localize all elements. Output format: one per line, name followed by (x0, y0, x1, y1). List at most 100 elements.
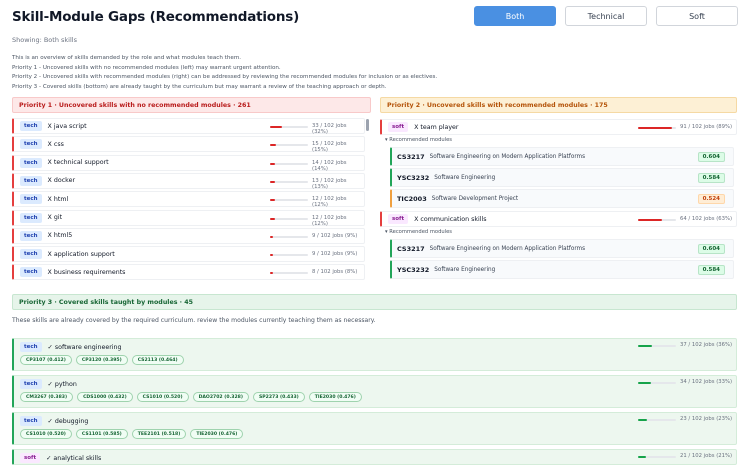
recommended-module[interactable]: TIC2003 Software Development Project 0.524 (390, 189, 734, 208)
skill-gap-row[interactable]: tech X html5 9 / 102 jobs (9%) (12, 227, 365, 244)
covered-skill-header: tech ✓ python (20, 379, 77, 389)
module-chip[interactable]: CP3107 (0.412) (20, 355, 72, 365)
tech-badge: tech (20, 194, 42, 205)
module-code: CS3217 (397, 244, 425, 253)
priority1-list[interactable]: tech X java script 33 / 102 jobs (32%) tech… (12, 118, 371, 284)
recommended-module[interactable]: YSC3232 Software Engineering 0.584 (390, 260, 734, 279)
job-count: 33 / 102 jobs (32%) (312, 123, 347, 135)
tech-badge: tech (20, 379, 42, 389)
soft-badge: soft (20, 453, 41, 463)
module-name: Software Development Project (431, 195, 519, 202)
coverage-bar-fill (270, 217, 275, 220)
skill-gap-row[interactable]: soft X team player 91 / 102 jobs (89%) (380, 119, 737, 135)
covered-skill-header: tech ✓ software engineering (20, 342, 122, 352)
similarity-score: 0.584 (697, 264, 725, 275)
module-chip[interactable]: CP3120 (0.395) (75, 355, 128, 365)
module-chip[interactable]: CS1010 (0.520) (20, 429, 72, 439)
coverage-bar (638, 382, 676, 384)
module-chip[interactable]: TEE2101 (0.518) (131, 429, 187, 439)
module-code: YSC3232 (397, 265, 430, 274)
recommended-module[interactable]: YSC3232 Software Engineering 0.584 (390, 168, 734, 187)
skill-gap-row[interactable]: tech X html 12 / 102 jobs (12%) (12, 191, 365, 209)
skill-name: X docker (47, 177, 76, 185)
recommended-modules-toggle[interactable]: ▾ Recommended modules (385, 137, 452, 143)
coverage-bar-fill (270, 126, 283, 128)
tech-badge: tech (20, 230, 42, 241)
coverage-bar-fill (638, 382, 651, 384)
skill-gap-row[interactable]: tech X java script 33 / 102 jobs (32%) (12, 118, 365, 135)
job-count: 9 / 102 jobs (9%) (312, 232, 358, 239)
module-code: YSC3232 (397, 173, 430, 182)
skill-name: X html5 (47, 232, 73, 240)
description-line: Priority 2 - Uncovered skills with recom… (12, 74, 438, 80)
coverage-bar-fill (270, 199, 275, 202)
module-name: Software Engineering on Modern Applicati… (429, 153, 586, 160)
module-chip[interactable]: CS1101 (0.585) (75, 429, 128, 439)
skill-gap-row[interactable]: tech X docker 13 / 102 jobs (13%) (12, 172, 365, 190)
page-title: Skill-Module Gaps (Recommendations) (12, 9, 300, 25)
skill-gap-row[interactable]: tech X css 15 / 102 jobs (15%) (12, 136, 365, 154)
module-chip[interactable]: SP2273 (0.433) (252, 392, 305, 402)
coverage-bar (638, 456, 676, 458)
job-count: 21 / 102 jobs (21%) (680, 453, 733, 459)
priority1-scrollbar[interactable] (366, 119, 369, 131)
soft-badge: soft (388, 122, 409, 132)
coverage-bar (270, 199, 308, 202)
recommended-modules-toggle[interactable]: ▾ Recommended modules (385, 229, 452, 235)
skill-gap-row[interactable]: tech X git 12 / 102 jobs (12%) (12, 209, 365, 227)
job-count: 15 / 102 jobs (15%) (312, 141, 347, 154)
module-chip[interactable]: DAO2702 (0.328) (192, 392, 249, 402)
recommended-module[interactable]: CS3217 Software Engineering on Modern App… (390, 147, 734, 166)
similarity-score: 0.604 (697, 243, 725, 254)
tech-badge: tech (20, 212, 42, 223)
module-chips: CM3267 (0.383) CDS1000 (0.432) CS1010 (0.5… (20, 392, 362, 402)
job-count: 37 / 102 jobs (36%) (680, 342, 733, 348)
coverage-bar (638, 345, 676, 347)
covered-skill-row[interactable]: soft ✓ analytical skills 21 / 102 jobs (21… (12, 449, 737, 465)
skill-gap-row[interactable]: tech X business requirements 8 / 102 jobs … (12, 264, 365, 281)
module-chip[interactable]: CM3267 (0.383) (20, 392, 74, 402)
module-chip[interactable]: TIE2030 (0.476) (190, 429, 244, 439)
skill-name: X css (47, 140, 64, 148)
module-name: Software Engineering (434, 174, 496, 181)
coverage-bar-fill (638, 419, 647, 421)
coverage-bar (270, 235, 308, 238)
skill-gap-row[interactable]: tech X technical support 14 / 102 jobs (14… (12, 154, 365, 172)
description-line: Priority 1 - Uncovered skills with no re… (12, 64, 281, 71)
coverage-bar-fill (270, 162, 276, 165)
module-chip[interactable]: CS2113 (0.464) (131, 355, 184, 365)
covered-skill-row[interactable]: tech ✓ debugging 23 / 102 jobs (23%) CS1010… (12, 412, 737, 445)
description-line: This is an overview of skills demanded b… (12, 55, 242, 61)
module-chip[interactable]: TIE2030 (0.476) (308, 392, 362, 402)
job-count: 91 / 102 jobs (89%) (680, 124, 733, 130)
coverage-bar (270, 217, 308, 220)
priority2-header: Priority 2 · Uncovered skills with recom… (380, 97, 737, 113)
module-chip[interactable]: CDS1000 (0.432) (77, 392, 133, 402)
similarity-score: 0.584 (697, 172, 725, 183)
coverage-bar (638, 127, 676, 129)
covered-skill-row[interactable]: tech ✓ software engineering 37 / 102 jobs … (12, 338, 737, 371)
recommended-module[interactable]: CS3217 Software Engineering on Modern App… (390, 239, 734, 258)
skill-gap-row[interactable]: soft X communication skills 64 / 102 jobs … (380, 211, 737, 227)
coverage-bar (270, 272, 308, 275)
filter-technical-button[interactable]: Technical (565, 6, 647, 26)
job-count: 14 / 102 jobs (14%) (312, 159, 347, 172)
skill-name: X team player (414, 123, 459, 131)
tech-badge: tech (20, 175, 42, 186)
job-count: 23 / 102 jobs (23%) (680, 416, 733, 422)
skill-gap-row[interactable]: tech X application support 9 / 102 jobs (9… (12, 246, 365, 263)
job-count: 12 / 102 jobs (12%) (312, 196, 347, 209)
filter-both-button[interactable]: Both (474, 6, 556, 26)
skill-type-toggle: Both Technical Soft (474, 6, 738, 26)
showing-label: Showing: Both skills (12, 36, 77, 44)
skill-name: X html (47, 195, 69, 203)
tech-badge: tech (20, 139, 42, 150)
priority3-header: Priority 3 · Covered skills taught by mo… (12, 294, 737, 310)
filter-soft-button[interactable]: Soft (656, 6, 738, 26)
module-chip[interactable]: CS1010 (0.520) (136, 392, 189, 402)
priority3-description: These skills are already covered by the … (12, 317, 376, 324)
coverage-bar (270, 126, 308, 128)
module-chips: CS1010 (0.520) CS1101 (0.585) TEE2101 (0.5… (20, 429, 244, 439)
tech-badge: tech (20, 249, 42, 260)
covered-skill-row[interactable]: tech ✓ python 34 / 102 jobs (33%) CM3267 (0… (12, 375, 737, 408)
